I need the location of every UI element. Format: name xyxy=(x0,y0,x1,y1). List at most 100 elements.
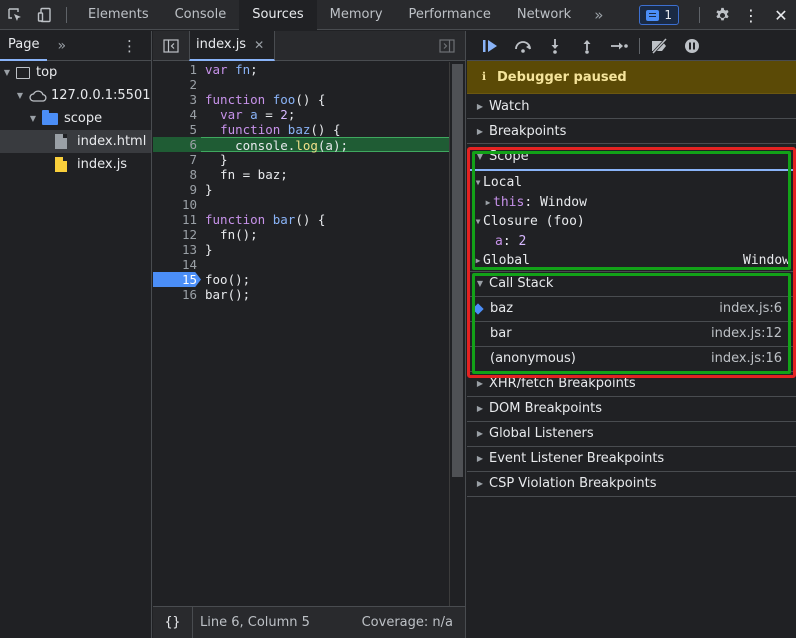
code-line[interactable]: 7 } xyxy=(153,152,449,167)
tab-console[interactable]: Console xyxy=(162,0,240,30)
code-line[interactable]: 13} xyxy=(153,242,449,257)
code-line[interactable]: 4 var a = 2; xyxy=(153,107,449,122)
call-frame[interactable]: (anonymous) index.js:16 xyxy=(467,347,796,372)
code-line[interactable]: 9} xyxy=(153,182,449,197)
code-token: foo(); xyxy=(205,272,251,287)
breakpoint-marker[interactable]: 15 xyxy=(153,272,201,287)
tree-item-top[interactable]: ▼ top xyxy=(0,61,151,84)
customize-menu-icon[interactable]: ⋮ xyxy=(736,6,766,25)
tree-item-index-html[interactable]: index.html xyxy=(0,130,151,153)
call-frame[interactable]: bar index.js:12 xyxy=(467,322,796,347)
navigator-pane: Page » ⋮ ▼ top ▼ 127.0.0.1:5501 ▼ scope index.… xyxy=(0,31,152,638)
inspect-element-icon[interactable] xyxy=(0,0,30,30)
device-toolbar-icon[interactable] xyxy=(30,0,60,30)
line-number[interactable]: 5 xyxy=(153,122,201,137)
call-stack-section-header[interactable]: ▼ Call Stack xyxy=(467,272,796,297)
expanded-triangle-icon[interactable]: ▼ xyxy=(15,91,25,100)
line-number[interactable]: 12 xyxy=(153,227,201,242)
call-frame-location[interactable]: index.js:12 xyxy=(711,326,796,341)
line-number[interactable]: 14 xyxy=(153,257,201,272)
expanded-triangle-icon[interactable]: ▼ xyxy=(28,114,38,123)
step-over-icon[interactable] xyxy=(507,31,539,61)
pretty-print-button[interactable]: {} xyxy=(153,606,193,638)
issues-count: 1 xyxy=(664,8,672,22)
editor-scrollbar[interactable] xyxy=(449,62,465,606)
line-number[interactable]: 9 xyxy=(153,182,201,197)
expanded-triangle-icon[interactable]: ▼ xyxy=(2,68,12,77)
call-frame-location[interactable]: index.js:16 xyxy=(711,351,796,366)
code-line[interactable]: 2 xyxy=(153,77,449,92)
code-line[interactable]: 1 var fn; xyxy=(153,62,449,77)
step-icon[interactable] xyxy=(603,31,635,61)
editor-scrollbar-thumb[interactable] xyxy=(452,64,463,477)
issues-badge[interactable]: 1 xyxy=(639,5,679,25)
navigator-menu-icon[interactable]: ⋮ xyxy=(122,37,137,55)
code-line[interactable]: 11 function bar() { xyxy=(153,212,449,227)
line-number[interactable]: 7 xyxy=(153,152,201,167)
call-frame-location[interactable]: index.js:6 xyxy=(719,301,796,316)
line-number[interactable]: 10 xyxy=(153,197,201,212)
expanded-triangle-icon: ▼ xyxy=(476,279,484,288)
tree-item-127-0-0-1-5501[interactable]: ▼ 127.0.0.1:5501 xyxy=(0,84,151,107)
line-number[interactable]: 2 xyxy=(153,77,201,92)
tree-item-scope[interactable]: ▼ scope xyxy=(0,107,151,130)
scope-closure[interactable]: ▼ Closure (foo) xyxy=(467,212,796,232)
tab-page[interactable]: Page xyxy=(0,31,48,61)
line-number[interactable]: 4 xyxy=(153,107,201,122)
editor-file-tab[interactable]: index.js ✕ xyxy=(189,30,276,61)
scope-a-property[interactable]: a: 2 xyxy=(467,232,796,252)
tab-sources[interactable]: Sources xyxy=(239,0,317,30)
line-number[interactable]: 11 xyxy=(153,212,201,227)
toggle-debugger-icon[interactable] xyxy=(439,39,455,57)
resume-icon[interactable] xyxy=(475,31,507,61)
code-line[interactable]: 8 fn = baz; xyxy=(153,167,449,182)
step-out-icon[interactable] xyxy=(571,31,603,61)
code-line[interactable]: 3 function foo() { xyxy=(153,92,449,107)
scope-this-property[interactable]: ▶ this: Window xyxy=(467,193,796,213)
tab-memory[interactable]: Memory xyxy=(317,0,396,30)
more-tabs-button[interactable]: » xyxy=(584,6,613,24)
close-tab-icon[interactable]: ✕ xyxy=(254,38,264,52)
code-line[interactable]: 10 xyxy=(153,197,449,212)
tab-elements[interactable]: Elements xyxy=(75,0,162,30)
scope-local[interactable]: ▼ Local xyxy=(467,173,796,193)
code-editor[interactable]: 1 var fn; 2 3 function foo() {4 var a = 2; 5 … xyxy=(153,62,449,606)
line-number[interactable]: 3 xyxy=(153,92,201,107)
more-navigator-tabs-button[interactable]: » xyxy=(57,38,66,54)
cursor-position: Line 6, Column 5 xyxy=(200,615,310,630)
scope-section-header[interactable]: ▼ Scope xyxy=(467,144,796,169)
call-frame[interactable]: baz index.js:6 xyxy=(467,297,796,322)
line-number[interactable]: 6 xyxy=(153,137,201,152)
section-global-listeners[interactable]: ▶ Global Listeners xyxy=(467,422,796,447)
section-watch[interactable]: ▶ Watch xyxy=(467,94,796,119)
deactivate-breakpoints-icon[interactable] xyxy=(644,31,676,61)
line-number[interactable]: 16 xyxy=(153,287,201,302)
tree-item-index-js[interactable]: index.js xyxy=(0,153,151,176)
code-token: 2 xyxy=(280,107,288,122)
section-breakpoints[interactable]: ▶ Breakpoints xyxy=(467,119,796,144)
pause-on-exceptions-icon[interactable] xyxy=(676,31,708,61)
step-into-icon[interactable] xyxy=(539,31,571,61)
code-line[interactable]: 15 foo(); xyxy=(153,272,449,287)
scope-global[interactable]: ▶ Global Window xyxy=(467,251,796,271)
line-number[interactable]: 8 xyxy=(153,167,201,182)
collapsed-triangle-icon: ▶ xyxy=(485,197,491,207)
section-csp-violation-breakpoints[interactable]: ▶ CSP Violation Breakpoints xyxy=(467,472,796,497)
close-devtools-icon[interactable]: ✕ xyxy=(766,6,796,25)
code-line[interactable]: 14 xyxy=(153,257,449,272)
tab-network[interactable]: Network xyxy=(504,0,584,30)
paused-code-line[interactable]: 6 console.log(a); xyxy=(153,137,449,153)
line-number[interactable]: 1 xyxy=(153,62,201,77)
section-xhr-fetch-breakpoints[interactable]: ▶ XHR/fetch Breakpoints xyxy=(467,372,796,397)
code-text: fn = baz; xyxy=(201,167,449,182)
call-frame-name: bar xyxy=(490,326,512,341)
line-number[interactable]: 13 xyxy=(153,242,201,257)
code-line[interactable]: 12 fn(); xyxy=(153,227,449,242)
tab-performance[interactable]: Performance xyxy=(396,0,504,30)
code-line[interactable]: 5 function baz() { xyxy=(153,122,449,137)
section-dom-breakpoints[interactable]: ▶ DOM Breakpoints xyxy=(467,397,796,422)
section-event-listener-breakpoints[interactable]: ▶ Event Listener Breakpoints xyxy=(467,447,796,472)
code-line[interactable]: 16 bar(); xyxy=(153,287,449,302)
toggle-navigator-icon[interactable] xyxy=(153,38,189,53)
settings-gear-icon[interactable] xyxy=(708,7,736,24)
